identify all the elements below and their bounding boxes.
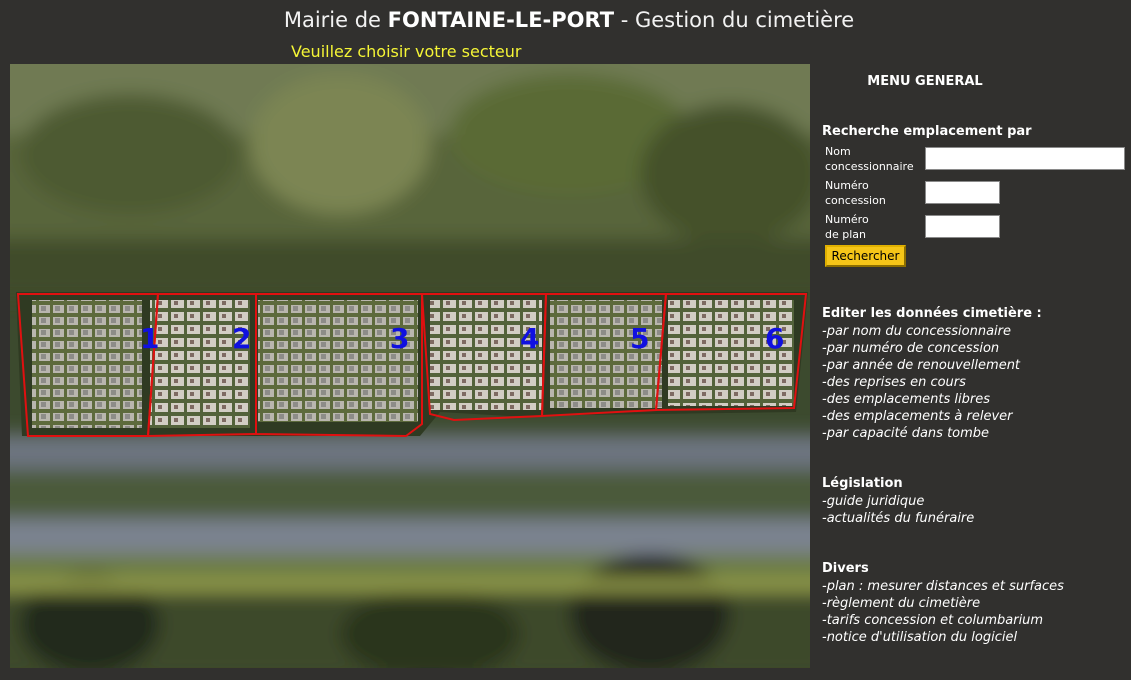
sector-label-3[interactable]: 3 [390, 322, 409, 355]
legal-guide-link[interactable]: -guide juridique [822, 493, 924, 510]
plan-measure-link[interactable]: -plan : mesurer distances et surfaces [822, 578, 1064, 595]
search-button[interactable]: Rechercher [825, 245, 906, 267]
cemetery-aerial-map[interactable]: 1 2 3 4 5 6 [10, 64, 810, 668]
general-menu: MENU GENERAL Recherche emplacement par N… [822, 64, 1131, 674]
legislation-title: Législation [822, 476, 903, 491]
sector-label-1[interactable]: 1 [140, 322, 159, 355]
edit-by-owner-name-link[interactable]: -par nom du concessionnaire [822, 323, 1011, 340]
page-title: Mairie de FONTAINE-LE-PORT - Gestion du … [283, 8, 855, 32]
edit-ongoing-reclaims-link[interactable]: -des reprises en cours [822, 374, 966, 391]
edit-by-tomb-capacity-link[interactable]: -par capacité dans tombe [822, 425, 989, 442]
concession-number-label: Numéro concession [825, 179, 886, 207]
funeral-news-link[interactable]: -actualités du funéraire [822, 510, 974, 527]
sector-label-4[interactable]: 4 [520, 322, 539, 355]
sector-label-2[interactable]: 2 [232, 322, 251, 355]
edit-free-plots-link[interactable]: -des emplacements libres [822, 391, 990, 408]
plan-number-label: Numéro de plan [825, 213, 869, 241]
sector-label-6[interactable]: 6 [765, 322, 784, 355]
software-manual-link[interactable]: -notice d'utilisation du logiciel [822, 629, 1017, 646]
edit-by-renewal-year-link[interactable]: -par année de renouvellement [822, 357, 1020, 374]
town-name: FONTAINE-LE-PORT [387, 8, 615, 32]
owner-name-input[interactable] [925, 147, 1125, 170]
sector-label-5[interactable]: 5 [630, 322, 649, 355]
sector-prompt: Veuillez choisir votre secteur [291, 42, 522, 61]
cemetery-rules-link[interactable]: -règlement du cimetière [822, 595, 980, 612]
owner-name-label: Nom concessionnaire [825, 145, 914, 173]
fees-link[interactable]: -tarifs concession et columbarium [822, 612, 1043, 629]
plan-number-input[interactable] [925, 215, 1000, 238]
cemetery-map-svg[interactable]: 1 2 3 4 5 6 [10, 64, 810, 668]
search-section-title: Recherche emplacement par [822, 124, 1032, 139]
cemetery-grounds [16, 292, 808, 436]
edit-data-title: Editer les données cimetière : [822, 306, 1042, 321]
edit-by-concession-number-link[interactable]: -par numéro de concession [822, 340, 999, 357]
menu-title: MENU GENERAL [867, 74, 983, 89]
misc-title: Divers [822, 561, 869, 576]
edit-plots-to-survey-link[interactable]: -des emplacements à relever [822, 408, 1012, 425]
concession-number-input[interactable] [925, 181, 1000, 204]
